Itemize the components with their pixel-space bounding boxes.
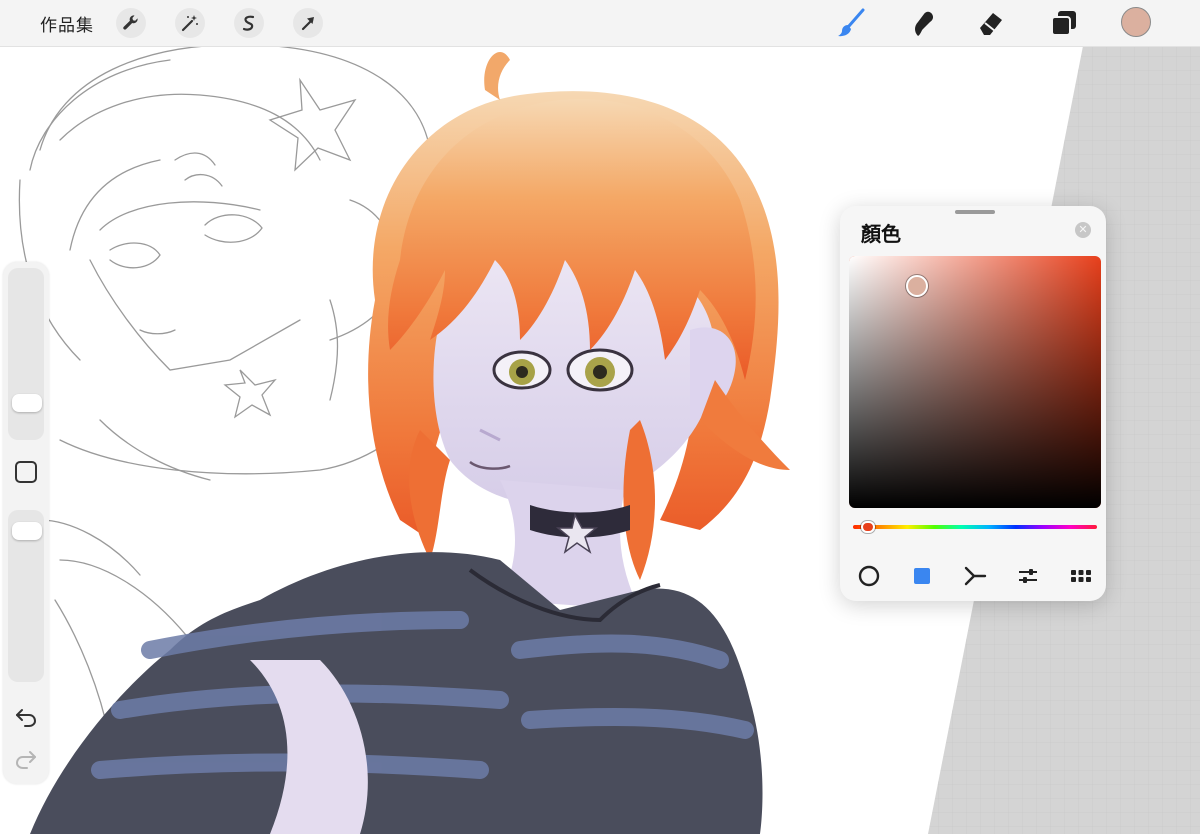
sliders-icon — [1019, 569, 1037, 583]
brush-icon — [838, 8, 865, 37]
top-toolbar: 作品集 — [0, 0, 1200, 47]
layers-icon — [1051, 11, 1076, 36]
saturation-brightness-square[interactable] — [849, 256, 1101, 508]
harmony-icon — [964, 566, 987, 586]
actions-button[interactable] — [116, 8, 146, 38]
panel-grabber-handle[interactable] — [955, 210, 995, 214]
black-gradient-layer — [849, 256, 1101, 508]
mode-classic-button[interactable] — [910, 564, 934, 588]
disc-icon — [858, 565, 880, 587]
mode-disc-button[interactable] — [857, 564, 881, 588]
adjustments-button[interactable] — [175, 8, 205, 38]
classic-square-icon — [914, 568, 930, 584]
left-sidebar — [3, 262, 49, 784]
smudge-tool-button[interactable] — [907, 7, 939, 39]
smudge-icon — [915, 11, 934, 36]
opacity-slider[interactable] — [8, 510, 44, 682]
modify-square-icon[interactable] — [15, 461, 37, 483]
mode-harmony-button[interactable] — [963, 564, 987, 588]
arrow-cursor-icon — [301, 17, 314, 31]
layers-button[interactable] — [1048, 7, 1080, 39]
eraser-tool-button[interactable] — [975, 7, 1007, 39]
gallery-button[interactable]: 作品集 — [40, 11, 94, 36]
panel-title: 顏色 — [861, 222, 901, 246]
opacity-thumb[interactable] — [12, 522, 42, 541]
mode-value-button[interactable] — [1016, 564, 1040, 588]
hue-slider-thumb[interactable] — [860, 521, 875, 533]
undo-button[interactable] — [14, 705, 38, 729]
transform-button[interactable] — [293, 8, 323, 38]
selection-button[interactable] — [234, 8, 264, 38]
redo-button[interactable] — [14, 747, 38, 771]
color-panel: 顏色 ✕ — [840, 206, 1106, 601]
magic-wand-icon — [181, 15, 198, 32]
palettes-grid-icon — [1071, 570, 1091, 582]
brush-size-slider[interactable] — [8, 268, 44, 440]
mode-palettes-button[interactable] — [1069, 564, 1093, 588]
redo-icon — [15, 751, 36, 769]
eraser-icon — [980, 13, 1002, 35]
color-swatch-button[interactable] — [1121, 7, 1151, 37]
hue-slider[interactable] — [853, 525, 1097, 529]
undo-icon — [16, 709, 37, 727]
brush-size-thumb[interactable] — [12, 394, 42, 413]
selection-s-icon — [242, 15, 255, 31]
wrench-icon — [123, 15, 138, 30]
close-icon[interactable]: ✕ — [1075, 222, 1091, 238]
brush-tool-button[interactable] — [835, 7, 867, 39]
